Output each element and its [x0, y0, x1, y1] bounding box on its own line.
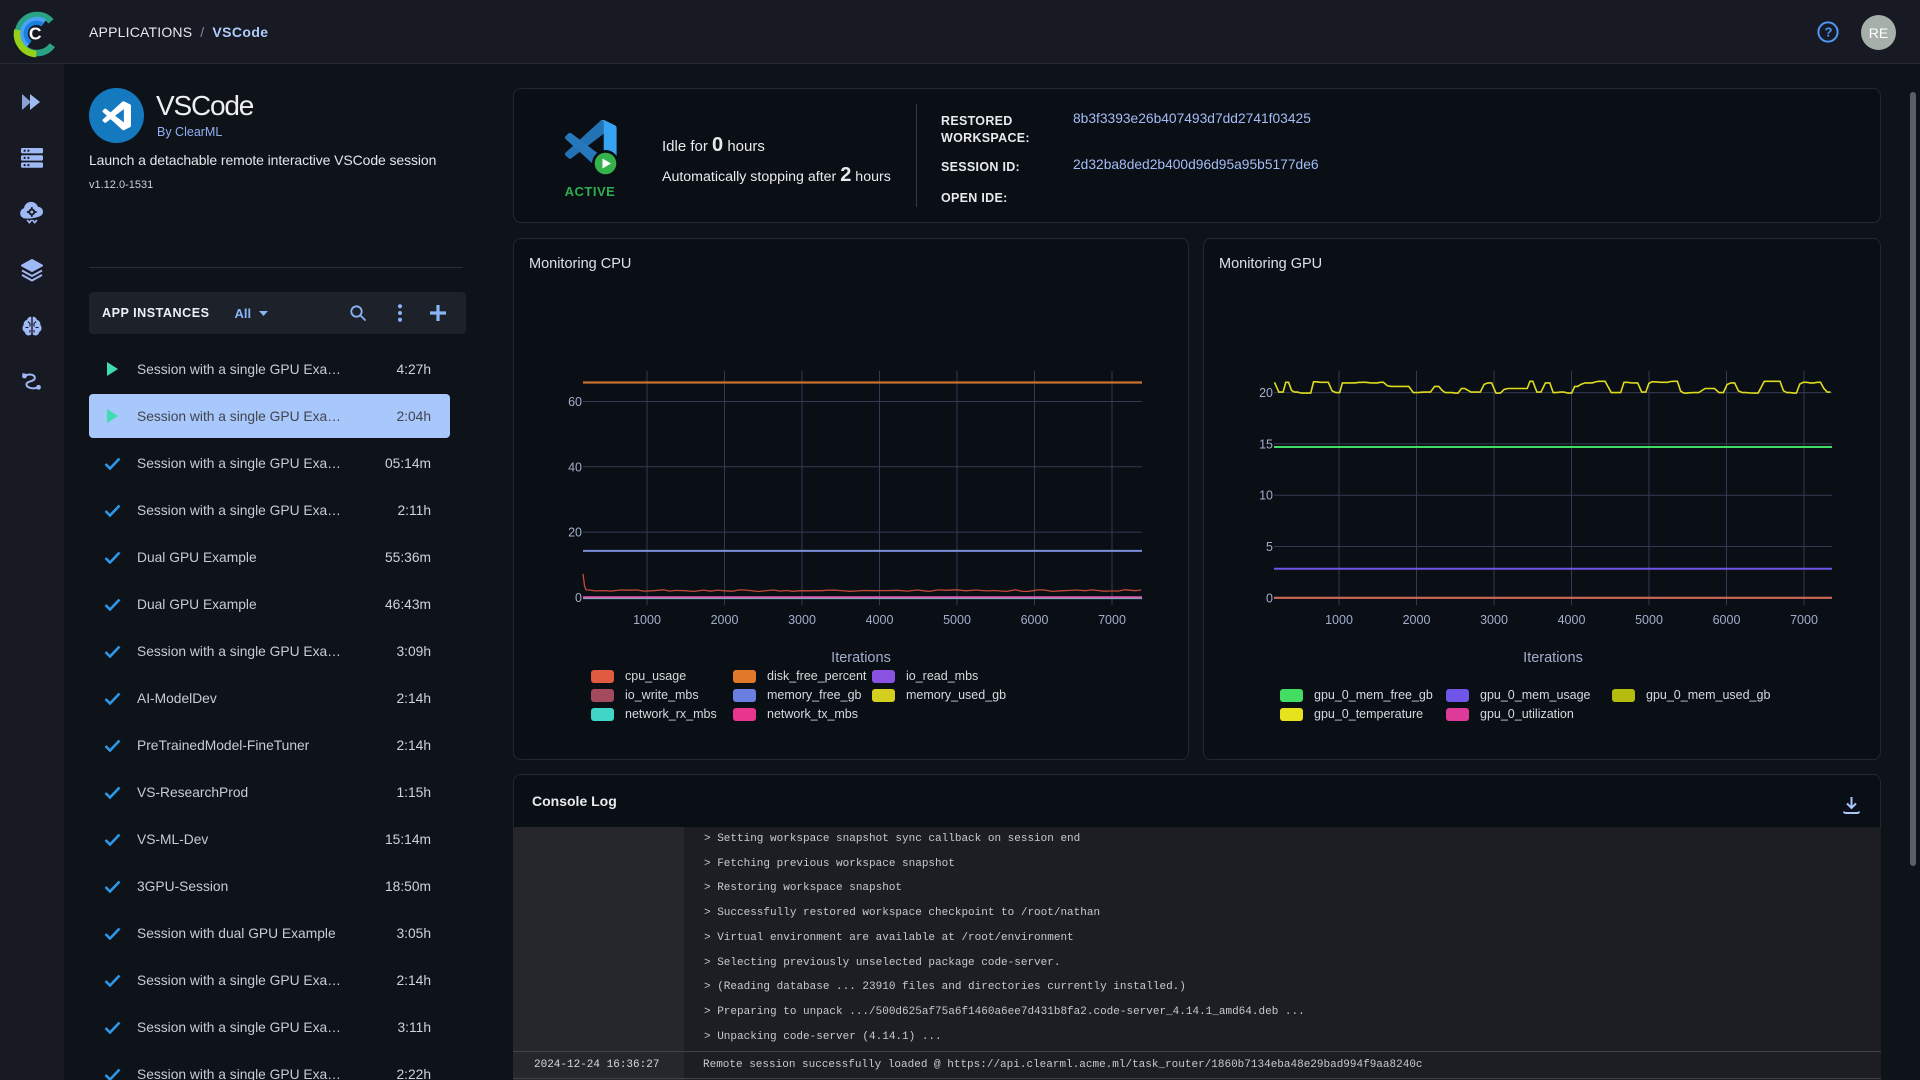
svg-text:10: 10 [1259, 489, 1273, 503]
svg-text:Iterations: Iterations [831, 650, 891, 666]
svg-text:7000: 7000 [1098, 613, 1126, 627]
svg-text:4000: 4000 [866, 613, 894, 627]
svg-text:3000: 3000 [788, 613, 816, 627]
svg-text:5000: 5000 [1635, 613, 1663, 627]
svg-text:4000: 4000 [1558, 613, 1586, 627]
svg-text:C: C [29, 23, 42, 43]
svg-text:60: 60 [568, 395, 582, 409]
svg-text:7000: 7000 [1790, 613, 1818, 627]
svg-text:1000: 1000 [1325, 613, 1353, 627]
svg-text:15: 15 [1259, 437, 1273, 451]
svg-text:Iterations: Iterations [1523, 650, 1583, 666]
svg-text:5: 5 [1266, 540, 1273, 554]
svg-text:2000: 2000 [1403, 613, 1431, 627]
svg-text:20: 20 [1259, 386, 1273, 400]
svg-text:6000: 6000 [1713, 613, 1741, 627]
svg-text:2000: 2000 [711, 613, 739, 627]
svg-text:0: 0 [575, 591, 582, 605]
svg-text:40: 40 [568, 460, 582, 474]
svg-text:1000: 1000 [633, 613, 661, 627]
svg-text:?: ? [1825, 25, 1833, 40]
svg-text:5000: 5000 [943, 613, 971, 627]
svg-text:6000: 6000 [1021, 613, 1049, 627]
svg-text:0: 0 [1266, 591, 1273, 605]
svg-text:20: 20 [568, 526, 582, 540]
svg-text:3000: 3000 [1480, 613, 1508, 627]
